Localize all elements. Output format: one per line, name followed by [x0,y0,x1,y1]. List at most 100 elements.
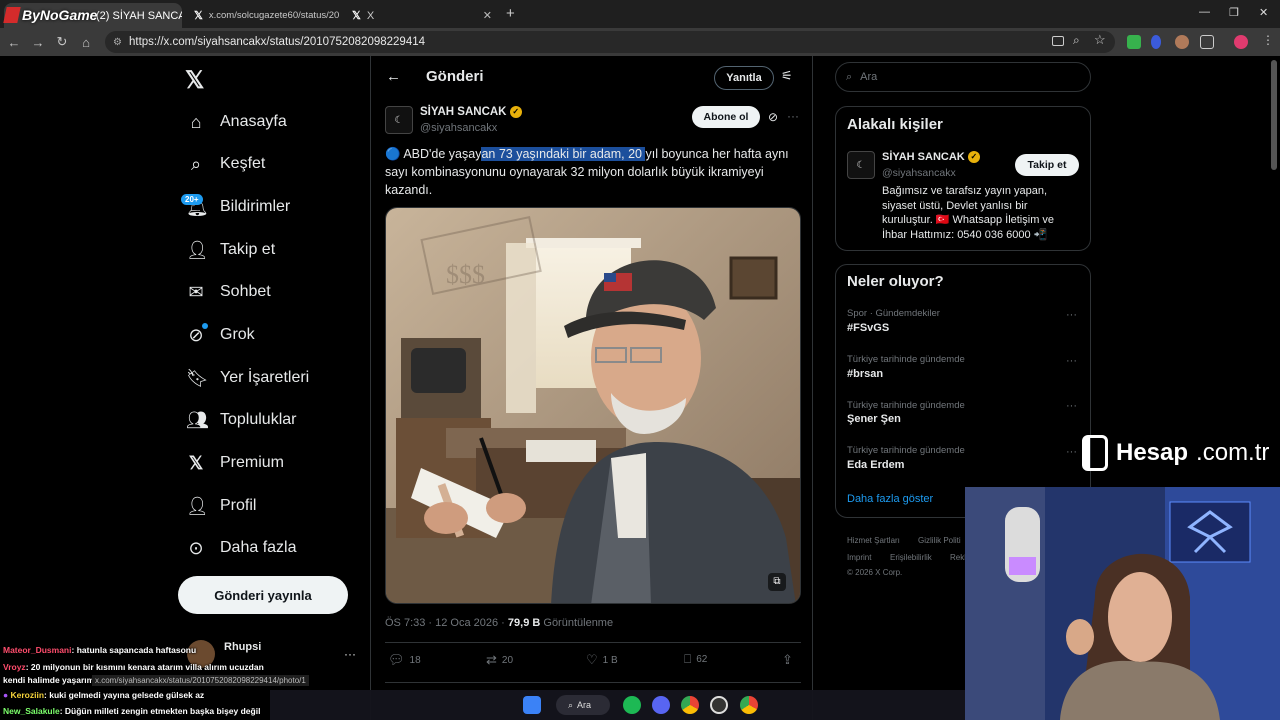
url-input[interactable]: ⚙ https://x.com/siyahsancakx/status/2010… [105,31,1115,53]
x-logo-icon: 𝕏 [194,10,203,22]
trend-more-icon[interactable]: ··· [1066,309,1077,321]
nav-item-more[interactable]: ⊙ Daha fazla [186,531,296,565]
close-window-button[interactable]: ✕ [1259,6,1268,19]
footer-link[interactable]: Imprint [847,553,871,562]
extension-audio-icon[interactable] [1151,35,1161,49]
extension-shield-icon[interactable] [1127,35,1141,49]
chat-message: ● Keroziin: kuki gelmedi yayına gelsede … [3,690,205,700]
nav-item-home[interactable]: ⌂ Anasayfa [186,105,287,139]
minimize-button[interactable]: — [1199,6,1210,18]
x-logo-icon: 𝕏 [352,10,361,22]
account-more-icon[interactable]: ··· [344,647,356,661]
page-scrollbar[interactable] [1271,60,1277,170]
reply-action[interactable]: 💬︎ 18 [388,652,421,668]
site-info-icon[interactable]: ⚙ [113,37,122,48]
nav-item-chat[interactable]: ✉ Sohbet [186,275,270,309]
footer-link[interactable]: Hizmet Şartları [847,536,900,545]
tab-x[interactable]: 𝕏 X ✕ [344,3,500,28]
sponsor-banner: Hesap .com.tr [1082,432,1269,474]
trend-context: Türkiye tarihinde gündemde [847,400,965,411]
author-handle[interactable]: @siyahsancakx [420,122,497,134]
photo-edit-icon[interactable]: ⧉ [768,573,786,591]
verified-badge-icon: ✓ [967,151,980,164]
footer-link[interactable]: Erişilebilirlik [890,553,932,562]
taskbar [270,690,965,720]
profile-icon: 👤︎ [186,496,209,516]
repost-action[interactable]: ⇄ 20 [486,652,513,668]
new-tab-button[interactable]: + [506,5,515,22]
nav-item-follow[interactable]: 👤︎ Takip et [186,233,275,267]
reload-icon[interactable]: ↻ [50,34,74,50]
show-more-link[interactable]: Daha fazla göster [847,493,933,505]
tweet-photo[interactable]: $$$ ⧉ [385,207,801,604]
trend-context: Türkiye tarihinde gündemde [847,445,965,456]
spotify-icon[interactable] [623,696,641,714]
extension-face-icon[interactable] [1175,35,1189,49]
stream-logo: ByNoGame [3,5,97,25]
footer-link[interactable]: Gizlilik Politi [918,536,961,545]
trend-name[interactable]: #FSvGS [847,322,889,334]
reply-button[interactable]: Yanıtla [714,66,774,90]
extensions-puzzle-icon[interactable] [1200,35,1214,49]
author-avatar[interactable]: ☾ [385,106,413,134]
home-button-icon[interactable]: ⌂ [74,35,98,50]
nav-item-communities[interactable]: 👥︎ Topluluklar [186,403,296,437]
post-button[interactable]: Gönderi yayınla [178,576,348,614]
elderly-man-lottery-illustration: $$$ [386,208,800,603]
windows-start-icon[interactable] [523,696,541,714]
nav-item-bookmarks[interactable]: 🔖︎ Yer İşaretleri [186,361,309,395]
back-icon[interactable]: ← [2,35,26,50]
forward-icon[interactable]: → [26,35,50,50]
cast-icon[interactable] [1052,36,1064,46]
trends-card [835,264,1091,518]
footer-link[interactable]: Rekl [950,553,966,562]
related-avatar[interactable]: ☾ [847,151,875,179]
nav-item-grok[interactable]: ⊘ Grok [186,318,254,352]
taskbar-search[interactable]: ⌕ Ara [556,695,610,715]
page-title: Gönderi [426,68,484,85]
sliders-icon[interactable]: ⚟ [781,68,793,84]
nav-item-profile[interactable]: 👤︎ Profil [186,489,256,523]
related-handle[interactable]: @siyahsancakx [882,167,956,179]
trend-more-icon[interactable]: ··· [1066,446,1077,458]
obs-icon[interactable] [710,696,728,714]
x-home-logo-icon[interactable]: 𝕏 [185,66,204,95]
back-arrow-icon[interactable]: ← [386,68,401,85]
trend-name[interactable]: Şener Şen [847,413,901,425]
discord-icon[interactable] [652,696,670,714]
profile-avatar-icon[interactable] [1234,35,1248,49]
zoom-icon[interactable]: ⌕ [1073,33,1080,48]
bookmark-icon: ⎕ [684,652,692,666]
follow-icon: 👤︎ [186,240,209,260]
tweet-time[interactable]: ÖS 7:33 · 12 Oca 2026 · [385,617,508,629]
nav-item-premium[interactable]: 𝕏 Premium [186,446,284,480]
grok-tweet-icon[interactable]: ⊘ [768,110,778,124]
mail-icon: ✉ [188,282,204,302]
selected-text: an 73 yaşındaki bir adam, 20 [481,147,646,161]
subscribe-button[interactable]: Abone ol [692,106,760,128]
related-name-row[interactable]: SİYAH SANCAK ✓ [882,151,980,164]
share-action[interactable]: ⇪ [782,652,793,668]
search-icon: ⌕ [846,70,853,83]
more-icon: ⊙ [188,538,204,558]
search-input[interactable]: ⌕ Ara [835,62,1091,92]
restore-button[interactable]: ❐ [1229,6,1239,19]
browser-menu-icon[interactable]: ⋮ [1262,33,1274,47]
trend-more-icon[interactable]: ··· [1066,400,1077,412]
related-title: Alakalı kişiler [847,116,943,133]
tab-status[interactable]: 𝕏 x.com/solcugazete60/status/20 ✕ [186,3,342,28]
link-status-bar: x.com/siyahsancakx/status/20107520820982… [92,675,309,686]
close-tab-icon[interactable]: ✕ [483,9,492,22]
trend-name[interactable]: Eda Erdem [847,459,904,471]
bookmark-star-icon[interactable]: ☆ [1094,32,1106,48]
like-action[interactable]: ♡ 1 B [586,652,618,668]
chrome-icon[interactable] [681,696,699,714]
follow-button[interactable]: Takip et [1015,154,1079,176]
tweet-more-icon[interactable]: ··· [787,109,799,123]
author-name-row[interactable]: SİYAH SANCAK ✓ [420,106,522,118]
chrome-active-icon[interactable] [740,696,758,714]
bookmark-action[interactable]: ⎕ 62 [684,652,707,667]
nav-item-explore[interactable]: ⌕ Keşfet [186,147,265,181]
trend-name[interactable]: #brsan [847,368,883,380]
trend-more-icon[interactable]: ··· [1066,355,1077,367]
